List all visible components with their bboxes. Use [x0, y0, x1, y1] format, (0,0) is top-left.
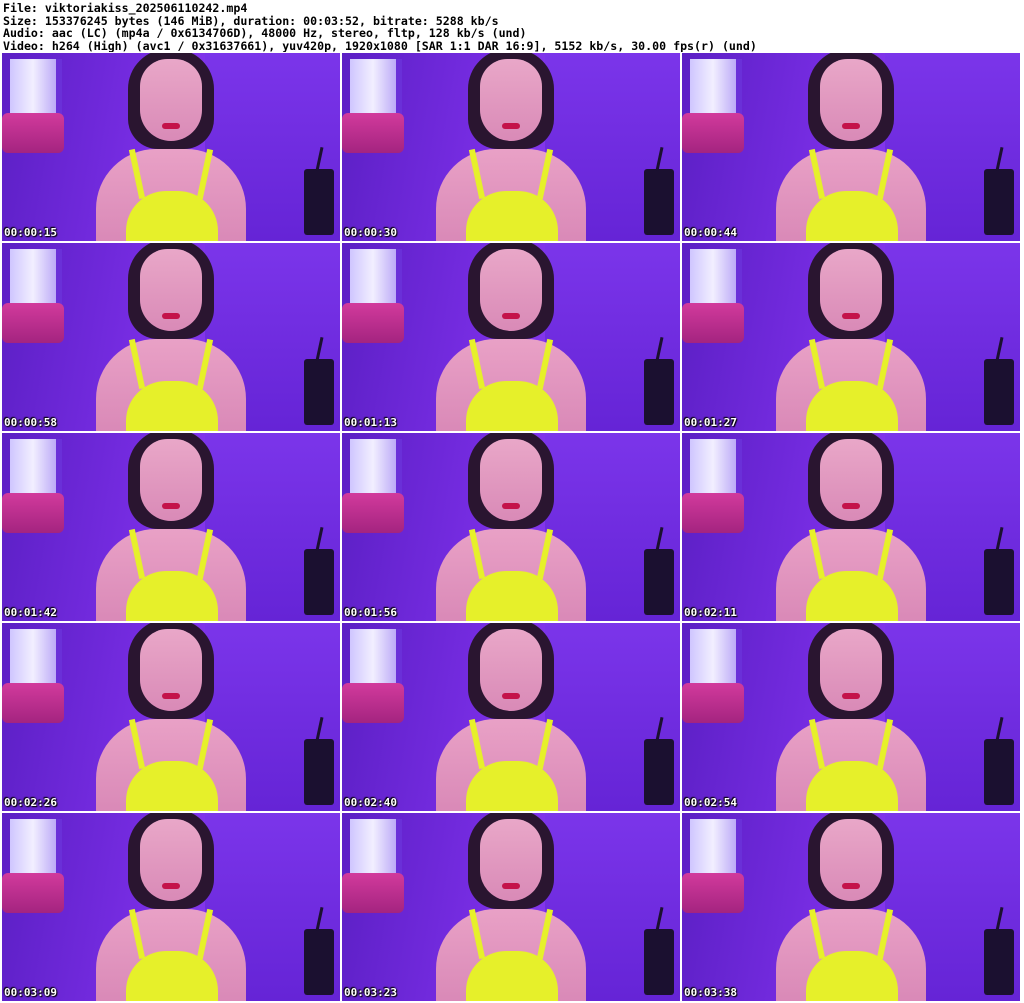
tumbler-cup: [304, 169, 334, 235]
pink-shelf: [682, 303, 744, 343]
frame-timestamp: 00:00:44: [684, 226, 737, 239]
window: [350, 629, 402, 687]
window: [690, 439, 742, 497]
pink-shelf: [682, 113, 744, 153]
frame-timestamp: 00:01:42: [4, 606, 57, 619]
frame-timestamp: 00:02:40: [344, 796, 397, 809]
tumbler-cup: [984, 929, 1014, 995]
person-figure: [776, 623, 926, 811]
pink-shelf: [2, 303, 64, 343]
window: [10, 629, 62, 687]
frame-timestamp: 00:01:27: [684, 416, 737, 429]
tumbler-cup: [304, 739, 334, 805]
tumbler-cup: [304, 359, 334, 425]
tumbler-cup: [644, 169, 674, 235]
file-info-header: File: viktoriakiss_202506110242.mp4 Size…: [3, 2, 1021, 52]
video-frame-thumbnail[interactable]: 00:00:30: [342, 53, 680, 241]
person-figure: [96, 53, 246, 241]
window: [350, 249, 402, 307]
person-figure: [96, 813, 246, 1001]
tumbler-cup: [304, 549, 334, 615]
pink-shelf: [682, 683, 744, 723]
frame-timestamp: 00:02:26: [4, 796, 57, 809]
person-figure: [436, 433, 586, 621]
pink-shelf: [682, 873, 744, 913]
video-frame-thumbnail[interactable]: 00:00:15: [2, 53, 340, 241]
person-figure: [436, 623, 586, 811]
video-frame-thumbnail[interactable]: 00:01:13: [342, 243, 680, 431]
pink-shelf: [2, 493, 64, 533]
pink-shelf: [2, 873, 64, 913]
window: [350, 439, 402, 497]
frame-timestamp: 00:00:15: [4, 226, 57, 239]
person-figure: [96, 243, 246, 431]
frame-timestamp: 00:00:30: [344, 226, 397, 239]
video-frame-thumbnail[interactable]: 00:02:54: [682, 623, 1020, 811]
pink-shelf: [342, 683, 404, 723]
frame-timestamp: 00:02:54: [684, 796, 737, 809]
pink-shelf: [342, 873, 404, 913]
pink-shelf: [342, 493, 404, 533]
file-name-line: File: viktoriakiss_202506110242.mp4: [3, 2, 248, 15]
person-figure: [436, 813, 586, 1001]
frame-timestamp: 00:03:23: [344, 986, 397, 999]
video-frame-thumbnail[interactable]: 00:03:23: [342, 813, 680, 1001]
window: [10, 59, 62, 117]
person-figure: [436, 53, 586, 241]
tumbler-cup: [984, 169, 1014, 235]
window: [350, 59, 402, 117]
window: [10, 439, 62, 497]
pink-shelf: [2, 683, 64, 723]
frame-timestamp: 00:03:38: [684, 986, 737, 999]
video-frame-thumbnail[interactable]: 00:03:38: [682, 813, 1020, 1001]
tumbler-cup: [644, 739, 674, 805]
window: [10, 249, 62, 307]
window: [690, 629, 742, 687]
thumbnail-grid: 00:00:15 00:00:30 00:00:44 00:00:58 00:01:13…: [2, 53, 1020, 1001]
tumbler-cup: [984, 739, 1014, 805]
tumbler-cup: [644, 929, 674, 995]
frame-timestamp: 00:03:09: [4, 986, 57, 999]
video-frame-thumbnail[interactable]: 00:01:56: [342, 433, 680, 621]
tumbler-cup: [644, 359, 674, 425]
window: [690, 59, 742, 117]
frame-timestamp: 00:01:13: [344, 416, 397, 429]
video-frame-thumbnail[interactable]: 00:02:40: [342, 623, 680, 811]
video-frame-thumbnail[interactable]: 00:00:58: [2, 243, 340, 431]
pink-shelf: [682, 493, 744, 533]
person-figure: [96, 433, 246, 621]
audio-info-line: Audio: aac (LC) (mp4a / 0x6134706D), 480…: [3, 26, 527, 40]
person-figure: [776, 813, 926, 1001]
video-frame-thumbnail[interactable]: 00:03:09: [2, 813, 340, 1001]
pink-shelf: [342, 113, 404, 153]
frame-timestamp: 00:00:58: [4, 416, 57, 429]
person-figure: [776, 53, 926, 241]
person-figure: [776, 243, 926, 431]
video-frame-thumbnail[interactable]: 00:01:42: [2, 433, 340, 621]
tumbler-cup: [304, 929, 334, 995]
tumbler-cup: [984, 359, 1014, 425]
window: [10, 819, 62, 877]
window: [350, 819, 402, 877]
person-figure: [96, 623, 246, 811]
window: [690, 819, 742, 877]
video-frame-thumbnail[interactable]: 00:02:11: [682, 433, 1020, 621]
video-frame-thumbnail[interactable]: 00:01:27: [682, 243, 1020, 431]
tumbler-cup: [644, 549, 674, 615]
video-frame-thumbnail[interactable]: 00:02:26: [2, 623, 340, 811]
frame-timestamp: 00:02:11: [684, 606, 737, 619]
pink-shelf: [342, 303, 404, 343]
video-frame-thumbnail[interactable]: 00:00:44: [682, 53, 1020, 241]
window: [690, 249, 742, 307]
person-figure: [436, 243, 586, 431]
person-figure: [776, 433, 926, 621]
pink-shelf: [2, 113, 64, 153]
tumbler-cup: [984, 549, 1014, 615]
video-info-line: Video: h264 (High) (avc1 / 0x31637661), …: [3, 38, 757, 52]
frame-timestamp: 00:01:56: [344, 606, 397, 619]
